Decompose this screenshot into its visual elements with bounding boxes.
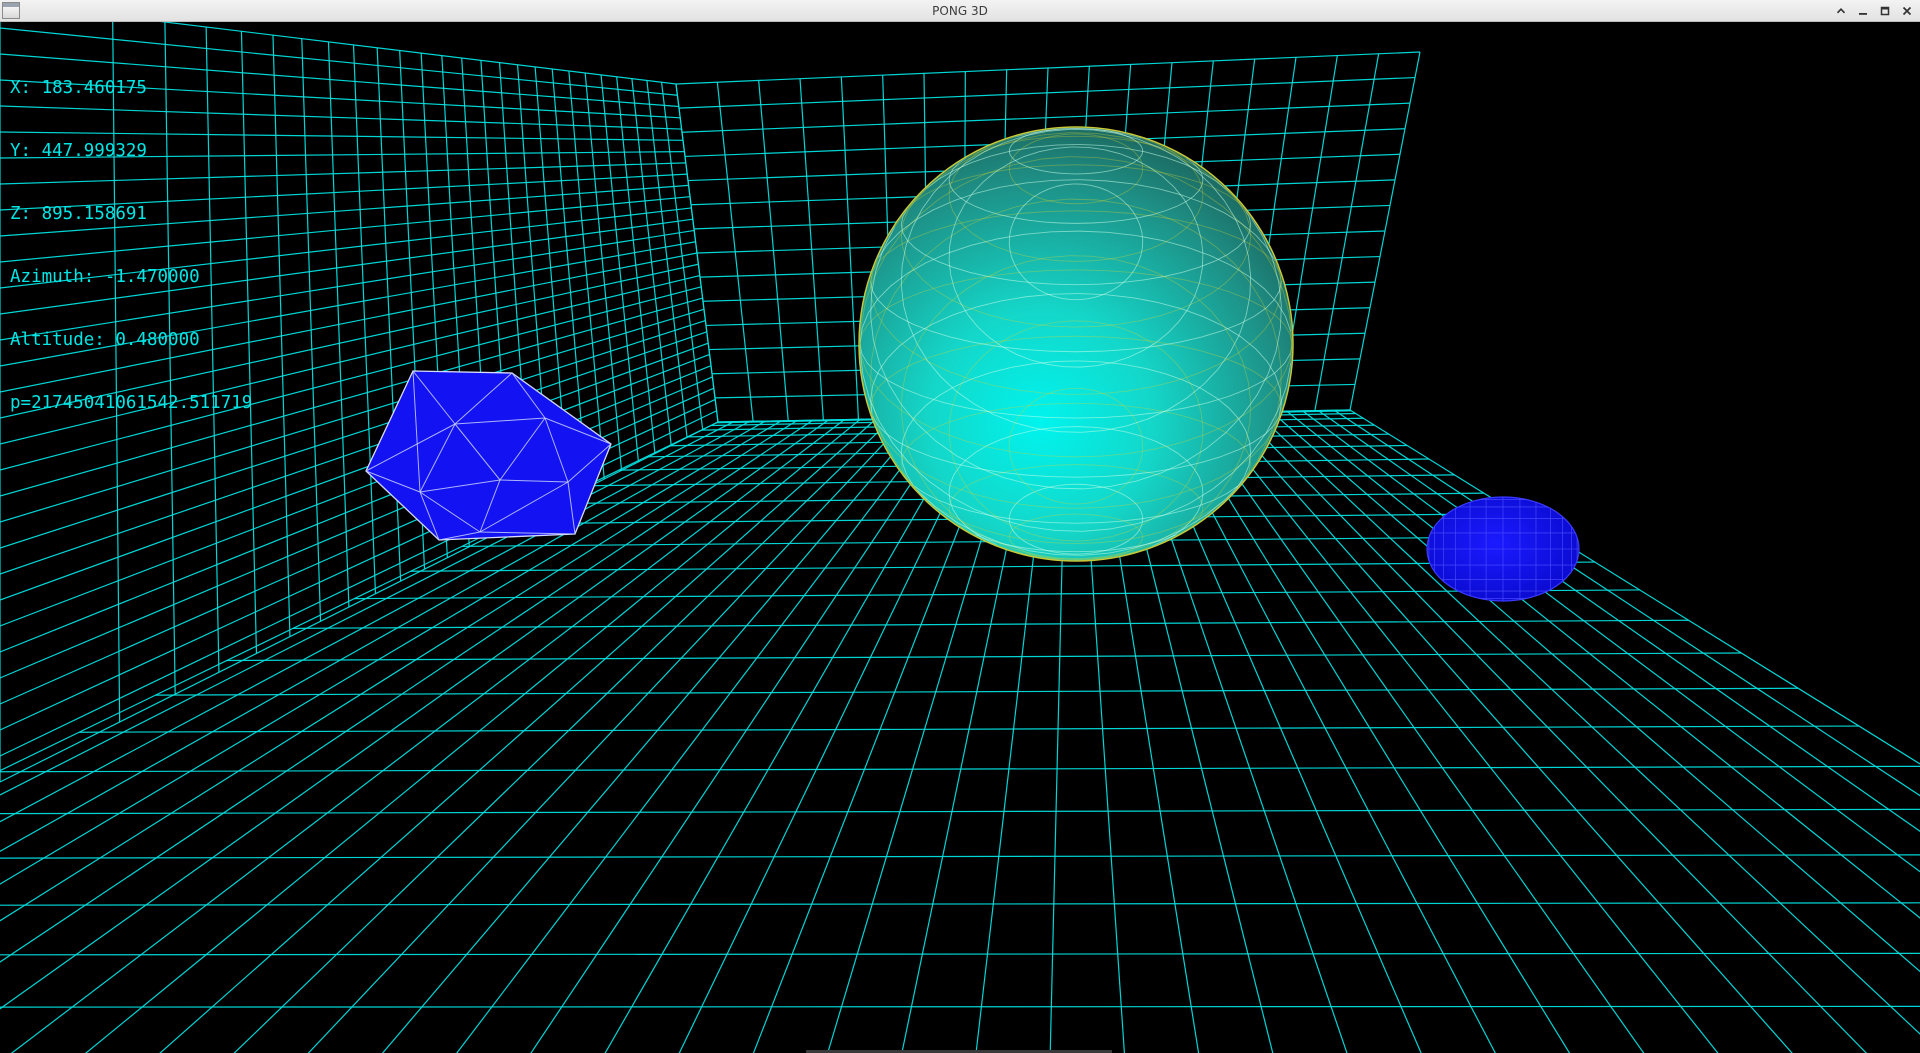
minimize-icon bbox=[1859, 13, 1867, 15]
hud-z: Z: 895.158691 bbox=[10, 204, 147, 224]
hud-x: X: 183.460175 bbox=[10, 78, 147, 98]
hud-y: Y: 447.999329 bbox=[10, 141, 147, 161]
maximize-button[interactable] bbox=[1874, 1, 1896, 21]
title-bar[interactable]: PONG 3D bbox=[0, 0, 1920, 22]
close-button[interactable] bbox=[1896, 1, 1918, 21]
right-paddle bbox=[1426, 496, 1580, 602]
scene-canvas[interactable] bbox=[0, 22, 1920, 1053]
window-controls bbox=[1830, 0, 1918, 22]
minimize-button[interactable] bbox=[1852, 1, 1874, 21]
cyan-ball bbox=[858, 126, 1294, 562]
debug-hud: X: 183.460175 Y: 447.999329 Z: 895.15869… bbox=[10, 36, 252, 456]
left-paddle bbox=[365, 370, 612, 541]
hud-p: p=21745041061542.511719 bbox=[10, 393, 253, 413]
hud-azimuth: Azimuth: -1.470000 bbox=[10, 267, 200, 287]
window-shade-button[interactable] bbox=[1830, 1, 1852, 21]
window-title: PONG 3D bbox=[932, 4, 988, 18]
maximize-icon bbox=[1880, 6, 1890, 16]
app-window: PONG 3D X: 183.460175 Y: 447.999329 Z: 8… bbox=[0, 0, 1920, 1053]
hud-altitude: Altitude: 0.480000 bbox=[10, 330, 200, 350]
chevron-up-icon bbox=[1836, 8, 1846, 14]
game-viewport[interactable]: X: 183.460175 Y: 447.999329 Z: 895.15869… bbox=[0, 22, 1920, 1053]
close-icon bbox=[1902, 6, 1912, 16]
